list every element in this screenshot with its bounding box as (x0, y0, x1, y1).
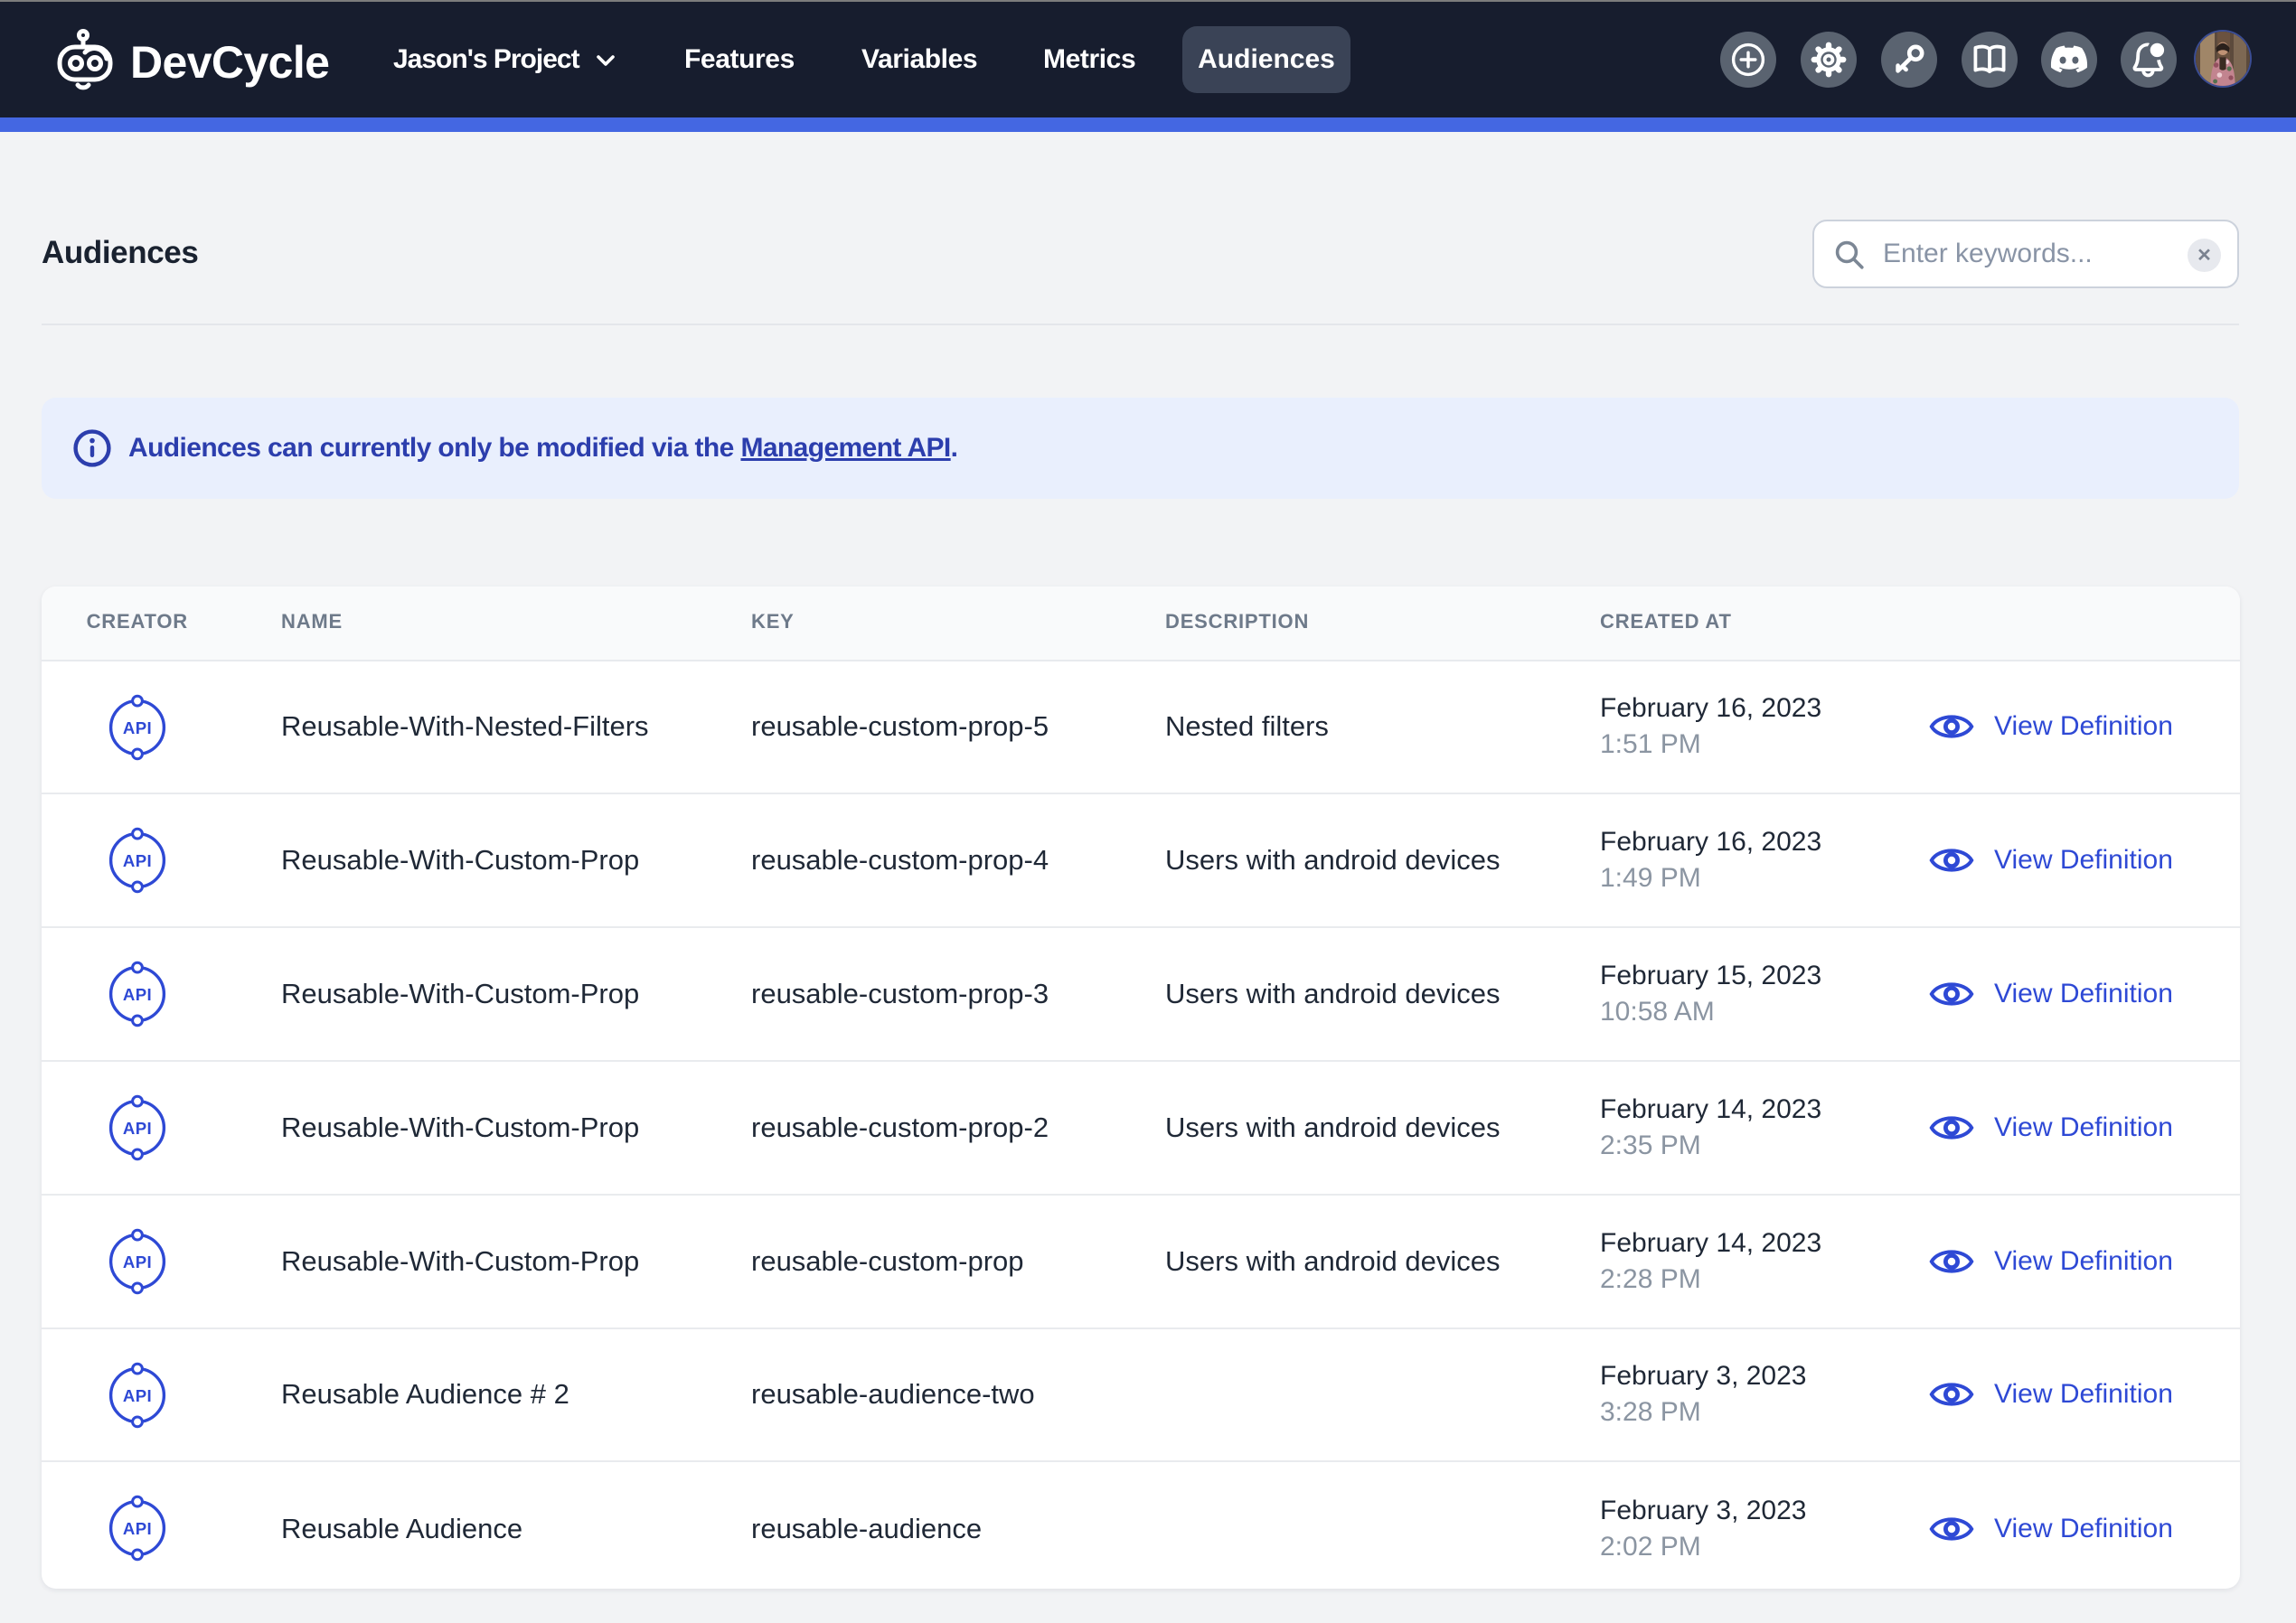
svg-text:API: API (123, 1119, 152, 1138)
svg-text:API: API (123, 1252, 152, 1271)
svg-text:API: API (123, 851, 152, 870)
svg-text:API: API (123, 1385, 152, 1404)
svg-text:API: API (123, 985, 152, 1004)
svg-text:API: API (123, 1519, 152, 1538)
svg-text:API: API (123, 718, 152, 736)
